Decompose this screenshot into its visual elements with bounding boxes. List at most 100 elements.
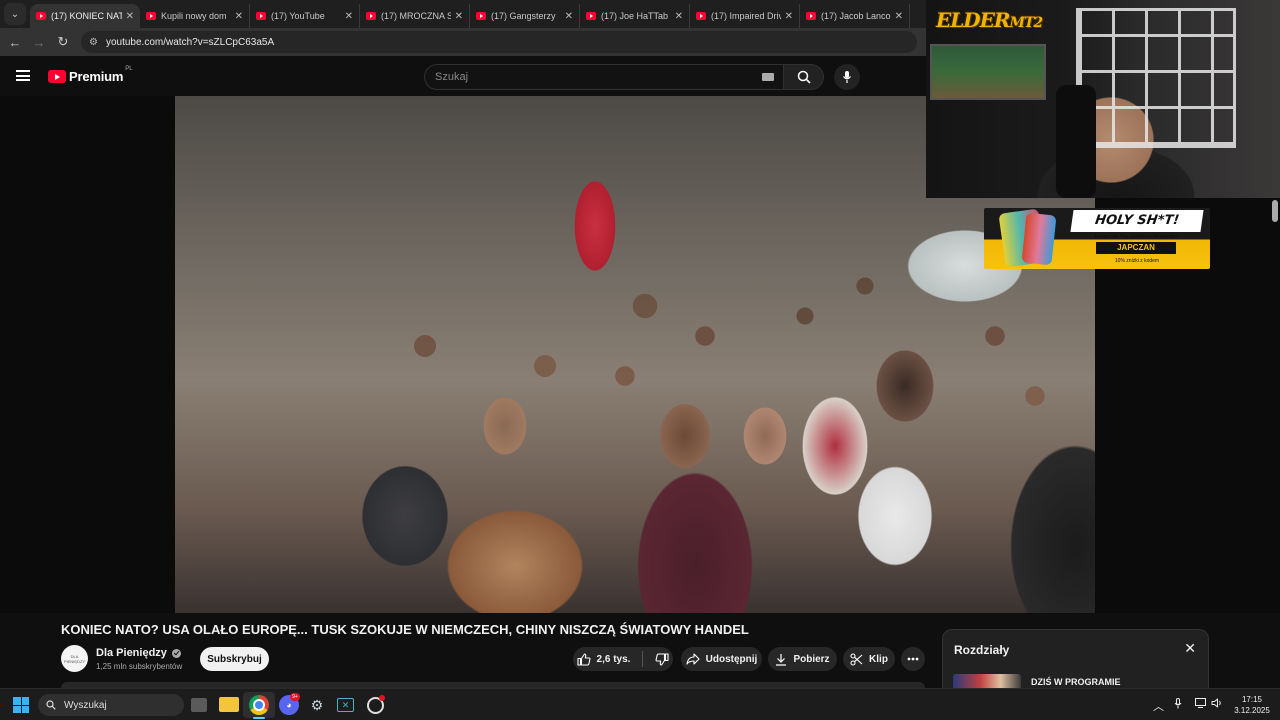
divider [642, 651, 644, 667]
browser-tab[interactable]: (17) Joe HaTTab ✕ [580, 4, 690, 28]
url-field[interactable]: ⚙ youtube.com/watch?v=sZLCpC63a5A [81, 31, 917, 53]
channel-avatar-text: DLA PIENIĘDZY [63, 653, 86, 664]
browser-tab[interactable]: (17) Impaired Driv ✕ [690, 4, 800, 28]
youtube-favicon-icon [366, 12, 376, 20]
download-label: Pobierz [793, 653, 830, 665]
app-window-icon[interactable]: ✕ [337, 698, 354, 712]
browser-tab-strip: ⌄ (17) KONIEC NATO ✕ Kupili nowy dom ✕ (17… [0, 0, 926, 28]
browser-tab[interactable]: (17) KONIEC NATO ✕ [30, 4, 140, 28]
microphone-icon [843, 71, 851, 83]
search-button[interactable] [784, 64, 824, 90]
channel-name[interactable]: Dla Pieniędzy [96, 647, 167, 659]
voice-search-button[interactable] [834, 64, 860, 90]
scissors-icon [850, 652, 863, 666]
subscriber-count: 1,25 mln subskrybentów [96, 662, 183, 671]
system-clock[interactable]: 17:15 3.12.2025 [1232, 694, 1272, 716]
browser-tab[interactable]: (17) YouTube ✕ [250, 4, 360, 28]
download-icon [776, 653, 787, 666]
tab-search-button[interactable]: ⌄ [4, 3, 26, 25]
clock-time: 17:15 [1241, 695, 1263, 704]
tab-close-icon[interactable]: ✕ [126, 11, 134, 22]
clock-date: 3.12.2025 [1234, 706, 1270, 715]
region-code: PL [125, 65, 133, 72]
banner-headline: HOLY SH*T! [1070, 210, 1204, 232]
tab-title: (17) YouTube [271, 11, 325, 21]
share-button[interactable]: Udostępnij [681, 647, 762, 671]
chevron-up-icon[interactable]: ︿ [1153, 698, 1164, 714]
youtube-header: Premium PL [0, 56, 926, 96]
task-view-icon[interactable] [191, 698, 207, 712]
channel-avatar[interactable]: DLA PIENIĘDZY [61, 645, 88, 672]
browser-tab[interactable]: (17) Gangsterzy ✕ [470, 4, 580, 28]
site-settings-icon[interactable]: ⚙ [89, 37, 98, 48]
search-icon [797, 70, 811, 84]
banner-promo: 10% zniżki z kodem [1114, 258, 1160, 264]
chrome-icon[interactable] [249, 695, 269, 715]
download-button[interactable]: Pobierz [768, 647, 837, 671]
chair-image [1056, 85, 1096, 198]
tab-close-icon[interactable]: ✕ [235, 11, 243, 22]
thumbs-up-icon[interactable] [576, 652, 591, 666]
youtube-favicon-icon [806, 12, 816, 20]
subscribe-button[interactable]: Subskrybuj [200, 647, 269, 671]
channel-name-row[interactable]: Dla Pieniędzy [96, 647, 181, 659]
browser-tab[interactable]: Kupili nowy dom ✕ [140, 4, 250, 28]
taskbar-search-placeholder: Wyszukaj [64, 699, 107, 711]
menu-icon[interactable] [16, 70, 30, 81]
url-text: youtube.com/watch?v=sZLCpC63a5A [105, 36, 275, 48]
youtube-favicon-icon [36, 12, 46, 20]
thumbs-down-icon[interactable] [655, 652, 670, 666]
tab-close-icon[interactable]: ✕ [895, 11, 903, 22]
tab-title: Kupili nowy dom [161, 11, 227, 21]
like-count[interactable]: 2,6 tys. [597, 654, 631, 665]
browser-tab[interactable]: (17) Jacob Lanco ✕ [800, 4, 910, 28]
logo-text: Premium [69, 69, 124, 84]
reload-icon[interactable]: ↻ [51, 34, 75, 50]
tab-title: (17) Impaired Driv [711, 11, 781, 21]
shelf-image [1076, 8, 1236, 148]
more-actions-button[interactable] [901, 647, 925, 671]
network-icon[interactable] [1195, 698, 1206, 711]
banner-subline: Dołącz do The Softdrink Revolution [1094, 234, 1180, 240]
youtube-premium-logo[interactable]: Premium PL [48, 65, 133, 84]
steam-icon[interactable]: ⚙ [307, 695, 327, 715]
youtube-favicon-icon [586, 12, 596, 20]
verified-badge-icon [171, 648, 181, 658]
streamer-logo: ELDERMT2 [936, 8, 1044, 32]
page-scrollbar[interactable] [1272, 200, 1278, 222]
forward-arrow-icon[interactable]: → [27, 35, 51, 50]
clip-button[interactable]: Klip [843, 647, 895, 671]
banner-code: JAPCZAN [1096, 242, 1176, 254]
back-arrow-icon[interactable]: ← [3, 35, 27, 50]
close-icon[interactable]: ✕ [1184, 640, 1196, 657]
keyboard-icon[interactable] [762, 73, 774, 81]
tab-close-icon[interactable]: ✕ [565, 11, 573, 22]
volume-icon[interactable] [1211, 698, 1223, 711]
windows-start-icon[interactable] [13, 697, 29, 713]
active-app-indicator [253, 717, 265, 719]
chapters-panel: Rozdziały ✕ DZIŚ W PROGRAMIE [942, 629, 1209, 694]
tab-title: (17) MROCZNA S [381, 11, 451, 21]
notification-badge: 9+ [290, 693, 300, 701]
streamer-webcam-overlay: ELDERMT2 [926, 0, 1280, 198]
microphone-icon[interactable] [1174, 698, 1182, 712]
aquarium-image [930, 44, 1046, 100]
search-box [424, 64, 824, 90]
tab-title: (17) Gangsterzy [491, 11, 556, 21]
windows-taskbar: Wyszukaj ◕ 9+ ⚙ ✕ ︿ [0, 688, 1280, 720]
tab-close-icon[interactable]: ✕ [785, 11, 793, 22]
tab-close-icon[interactable]: ✕ [345, 11, 353, 22]
more-horizontal-icon [907, 657, 919, 661]
chapter-title[interactable]: DZIŚ W PROGRAMIE [1031, 677, 1121, 687]
file-explorer-icon[interactable] [219, 697, 239, 712]
browser-tab[interactable]: (17) MROCZNA S ✕ [360, 4, 470, 28]
clip-label: Klip [869, 653, 888, 665]
search-input[interactable] [424, 64, 784, 90]
tab-close-icon[interactable]: ✕ [675, 11, 683, 22]
sponsor-banner: HOLY SH*T! Dołącz do The Softdrink Revol… [984, 208, 1210, 269]
tab-title: (17) Joe HaTTab [601, 11, 669, 21]
taskbar-search[interactable]: Wyszukaj [38, 694, 184, 716]
streamer-logo-number: MT2 [1009, 15, 1044, 31]
tab-close-icon[interactable]: ✕ [455, 11, 463, 22]
share-label: Udostępnij [705, 653, 758, 665]
